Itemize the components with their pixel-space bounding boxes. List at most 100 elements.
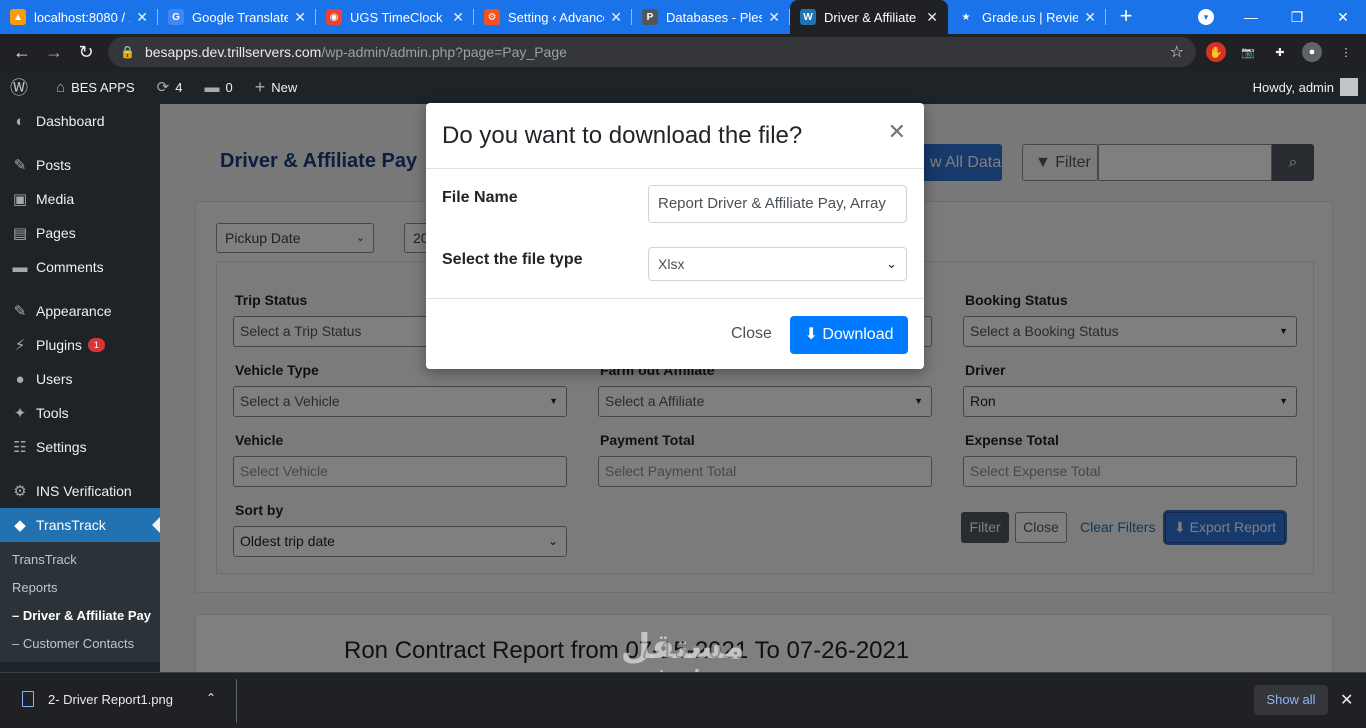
download-shelf: 2- Driver Report1.png ⌃ Show all ✕ — [0, 672, 1366, 728]
file-name-label: File Name — [442, 189, 518, 206]
forward-icon[interactable]: → — [38, 42, 70, 63]
sidebar-item-media[interactable]: ▣ Media — [0, 182, 160, 216]
sidebar-item-label: Plugins — [36, 337, 82, 353]
avatar — [1340, 78, 1358, 96]
modal-close-button[interactable]: Close — [731, 325, 772, 343]
sliders-icon: ☷ — [13, 439, 27, 456]
submenu-item[interactable]: – Driver & Affiliate Pay — [0, 602, 160, 630]
file-type-label: Select the file type — [442, 251, 583, 268]
close-window-icon[interactable]: ✕ — [1320, 9, 1366, 26]
file-name-input[interactable]: Report Driver & Affiliate Pay, Array — [648, 185, 907, 223]
comments-link[interactable]: ▬ 0 — [198, 79, 238, 96]
browser-tab-phpmyadmin[interactable]: ▲ localhost:8080 / 1 ✕ — [0, 0, 158, 34]
sidebar-item-label: Posts — [36, 157, 72, 173]
plug-icon: ⚡ — [14, 337, 26, 354]
sidebar-item-dashboard[interactable]: ◐ Dashboard — [0, 104, 160, 138]
sidebar-item-comments[interactable]: ▬ Comments — [0, 250, 160, 284]
close-icon[interactable]: ✕ — [452, 9, 464, 26]
menu-separator — [0, 138, 160, 148]
chevron-up-icon[interactable]: ⌃ — [206, 691, 216, 705]
menu-dots-icon[interactable]: ⋮ — [1336, 42, 1356, 62]
download-button[interactable]: ⬇ Download — [790, 316, 908, 354]
extension-shield-icon[interactable]: ✋ — [1206, 42, 1226, 62]
browser-tab-timeclock[interactable]: ◉ UGS TimeClock 1 ✕ — [316, 0, 474, 34]
url-host: besapps.dev.trillservers.com — [144, 44, 322, 60]
pages-icon: ▤ — [12, 225, 28, 242]
sidebar-item-label: Dashboard — [36, 113, 105, 129]
submenu-item[interactable]: Reports — [0, 574, 160, 602]
transtrack-submenu: TransTrack Reports – Driver & Affiliate Pa… — [0, 542, 160, 662]
bookmark-star-icon[interactable]: ☆ — [1170, 42, 1184, 62]
new-content-link[interactable]: + New — [249, 77, 304, 98]
reload-icon[interactable]: ↻ — [70, 42, 102, 63]
submenu-item[interactable]: – Customer Contacts — [0, 630, 160, 658]
close-icon[interactable]: ✕ — [768, 9, 780, 26]
gear-icon: ⚙ — [13, 483, 27, 500]
account-menu[interactable]: Howdy, admin — [1253, 78, 1358, 96]
browser-tab-settings[interactable]: ⚙ Setting ‹ Advance ✕ — [474, 0, 632, 34]
show-all-button[interactable]: Show all — [1254, 685, 1328, 715]
updates-link[interactable]: ⟳ 4 — [151, 78, 189, 96]
puzzle-icon[interactable]: ✚ — [1270, 42, 1290, 62]
tab-search-icon[interactable]: ▾ — [1198, 9, 1214, 25]
close-icon[interactable]: ✕ — [136, 9, 148, 26]
chevron-down-icon: ⌄ — [886, 256, 897, 271]
window-controls: — ❐ ✕ — [1228, 0, 1366, 34]
maximize-icon[interactable]: ❐ — [1274, 9, 1320, 26]
plus-icon: + — [254, 76, 266, 97]
url-path: /wp-admin/admin.php?page=Pay_Page — [321, 44, 567, 60]
phpmyadmin-icon: ▲ — [10, 9, 26, 25]
tab-title: Grade.us | Review — [982, 9, 1079, 25]
gradeus-icon: ★ — [958, 9, 974, 25]
sidebar-item-transtrack[interactable]: ◆ TransTrack — [0, 508, 160, 542]
new-tab-icon[interactable]: + — [1106, 0, 1146, 34]
submenu-item[interactable]: TransTrack — [0, 546, 160, 574]
address-bar[interactable]: 🔒 besapps.dev.trillservers.com/wp-admin/… — [108, 37, 1196, 67]
close-icon[interactable]: ✕ — [888, 119, 906, 145]
site-name-link[interactable]: ⌂ BES APPS — [50, 79, 141, 96]
menu-separator — [0, 464, 160, 474]
sidebar-item-tools[interactable]: ✦ Tools — [0, 396, 160, 430]
tab-title: Google Translate — [192, 9, 289, 25]
admin-sidebar: ◐ Dashboard ✎ Posts ▣ Media ▤ Pages ▬ Comments ✎ Ap… — [0, 104, 160, 672]
browser-tab-translate[interactable]: G Google Translate ✕ — [158, 0, 316, 34]
browser-toolbar: ← → ↻ 🔒 besapps.dev.trillservers.com/wp-… — [0, 34, 1366, 70]
close-icon[interactable]: ✕ — [294, 9, 306, 26]
shelf-divider — [236, 679, 237, 723]
close-icon[interactable]: ✕ — [610, 9, 622, 26]
wp-logo-icon[interactable]: Ⓦ — [4, 74, 40, 100]
wrench-icon: ✦ — [13, 405, 27, 422]
download-item[interactable]: 2- Driver Report1.png — [22, 691, 173, 707]
browser-tab-gradeus[interactable]: ★ Grade.us | Review ✕ — [948, 0, 1106, 34]
tab-title: Driver & Affiliate — [824, 9, 917, 25]
close-icon[interactable]: ✕ — [1340, 690, 1353, 710]
back-icon[interactable]: ← — [6, 42, 38, 63]
file-icon — [22, 691, 34, 707]
sidebar-item-label: Settings — [36, 439, 87, 455]
camera-icon[interactable]: 📷 — [1238, 42, 1258, 62]
close-icon[interactable]: ✕ — [1084, 9, 1096, 26]
sidebar-item-settings[interactable]: ☷ Settings — [0, 430, 160, 464]
sidebar-item-users[interactable]: ● Users — [0, 362, 160, 396]
comment-icon: ▬ — [204, 78, 220, 96]
sidebar-item-ins-verification[interactable]: ⚙ INS Verification — [0, 474, 160, 508]
sidebar-item-appearance[interactable]: ✎ Appearance — [0, 294, 160, 328]
sidebar-item-pages[interactable]: ▤ Pages — [0, 216, 160, 250]
timeclock-icon: ◉ — [326, 9, 342, 25]
download-modal: Do you want to download the file? ✕ File… — [426, 103, 924, 369]
minimize-icon[interactable]: — — [1228, 9, 1274, 25]
browser-tab-plesk[interactable]: P Databases - Plesk ✕ — [632, 0, 790, 34]
sidebar-item-posts[interactable]: ✎ Posts — [0, 148, 160, 182]
sidebar-item-label: Tools — [36, 405, 69, 421]
browser-tab-wp[interactable]: W Driver & Affiliate ✕ — [790, 0, 948, 34]
tab-title: localhost:8080 / 1 — [34, 9, 131, 25]
sidebar-item-plugins[interactable]: ⚡ Plugins 1 — [0, 328, 160, 362]
modal-title: Do you want to download the file? — [442, 122, 803, 149]
sidebar-item-label: INS Verification — [36, 483, 132, 499]
media-icon: ▣ — [12, 191, 28, 208]
close-icon[interactable]: ✕ — [926, 9, 938, 26]
profile-avatar[interactable]: ● — [1302, 42, 1322, 62]
download-icon: ⬇ — [804, 326, 823, 343]
user-icon: ● — [15, 370, 25, 388]
file-type-select[interactable]: Xlsx ⌄ — [648, 247, 907, 281]
